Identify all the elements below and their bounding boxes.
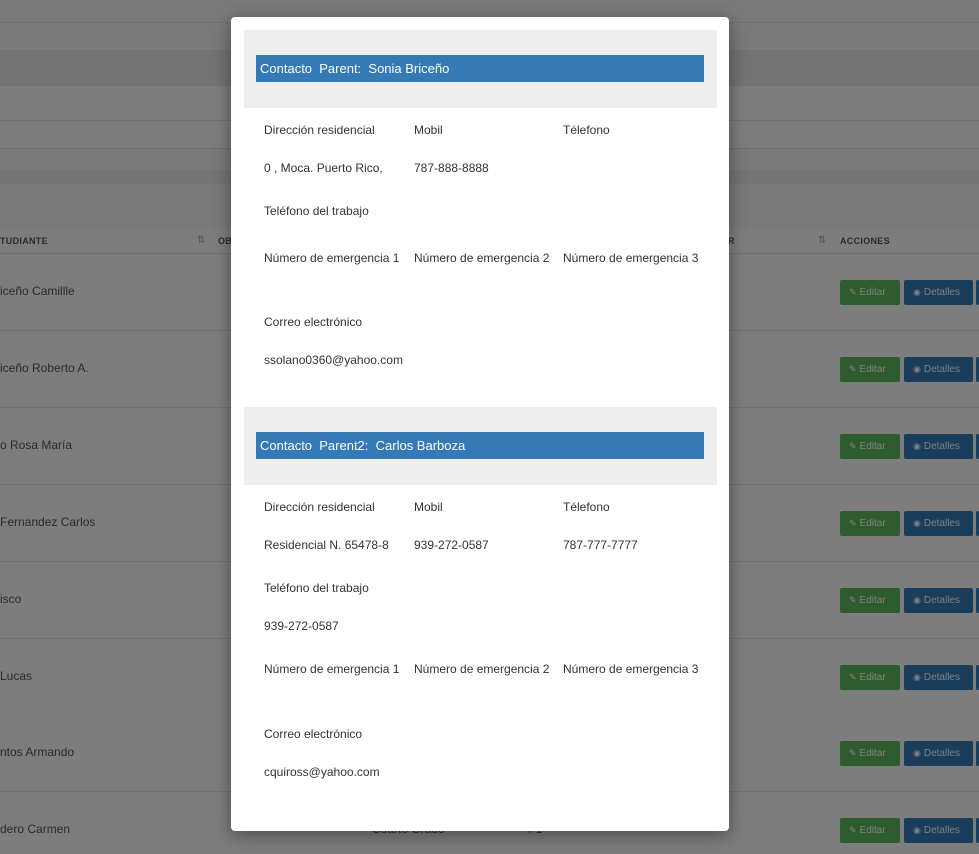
parent2-emergency3-label: Número de emergencia 3 [563, 662, 699, 676]
parent2-work-phone-value: 939-272-0587 [264, 619, 339, 633]
contact-details-modal: Contacto Parent: Sonia Briceño Dirección… [231, 17, 729, 831]
parent2-mobile-value: 939-272-0587 [414, 538, 489, 552]
parent1-email-label: Correo electrónico [264, 315, 363, 329]
parent2-emergency2-label: Número de emergencia 2 [414, 662, 550, 676]
parent2-email-value: cquiross@yahoo.com [264, 765, 380, 779]
parent1-address-value: 0 , Moca. Puerto Rico, [264, 161, 383, 175]
parent1-emergency1-label: Número de emergencia 1 [264, 251, 400, 265]
parent2-work-phone-label: Teléfono del trabajo [264, 581, 369, 595]
parent2-address-label: Dirección residencial [264, 500, 375, 514]
parent2-phone-value: 787-777-7777 [563, 538, 638, 552]
parent2-emergency1-label: Número de emergencia 1 [264, 662, 400, 676]
parent1-mobile-label: Mobil [414, 123, 443, 137]
parent1-email-value: ssolano0360@yahoo.com [264, 353, 403, 367]
parent1-emergency2-label: Número de emergencia 2 [414, 251, 550, 265]
parent2-title: Contacto Parent2: Carlos Barboza [256, 432, 704, 459]
parent1-emergency3-label: Número de emergencia 3 [563, 251, 699, 265]
parent1-work-phone-label: Teléfono del trabajo [264, 204, 369, 218]
parent1-title: Contacto Parent: Sonia Briceño [256, 55, 704, 82]
parent2-section-header: Contacto Parent2: Carlos Barboza [244, 407, 717, 485]
parent2-email-label: Correo electrónico [264, 727, 363, 741]
parent2-mobile-label: Mobil [414, 500, 443, 514]
parent1-section-header: Contacto Parent: Sonia Briceño [244, 30, 717, 108]
parent1-mobile-value: 787-888-8888 [414, 161, 489, 175]
parent2-phone-label: Télefono [563, 500, 610, 514]
parent1-phone-label: Télefono [563, 123, 610, 137]
parent1-address-label: Dirección residencial [264, 123, 375, 137]
parent2-address-value: Residencial N. 65478-8 [264, 538, 389, 552]
